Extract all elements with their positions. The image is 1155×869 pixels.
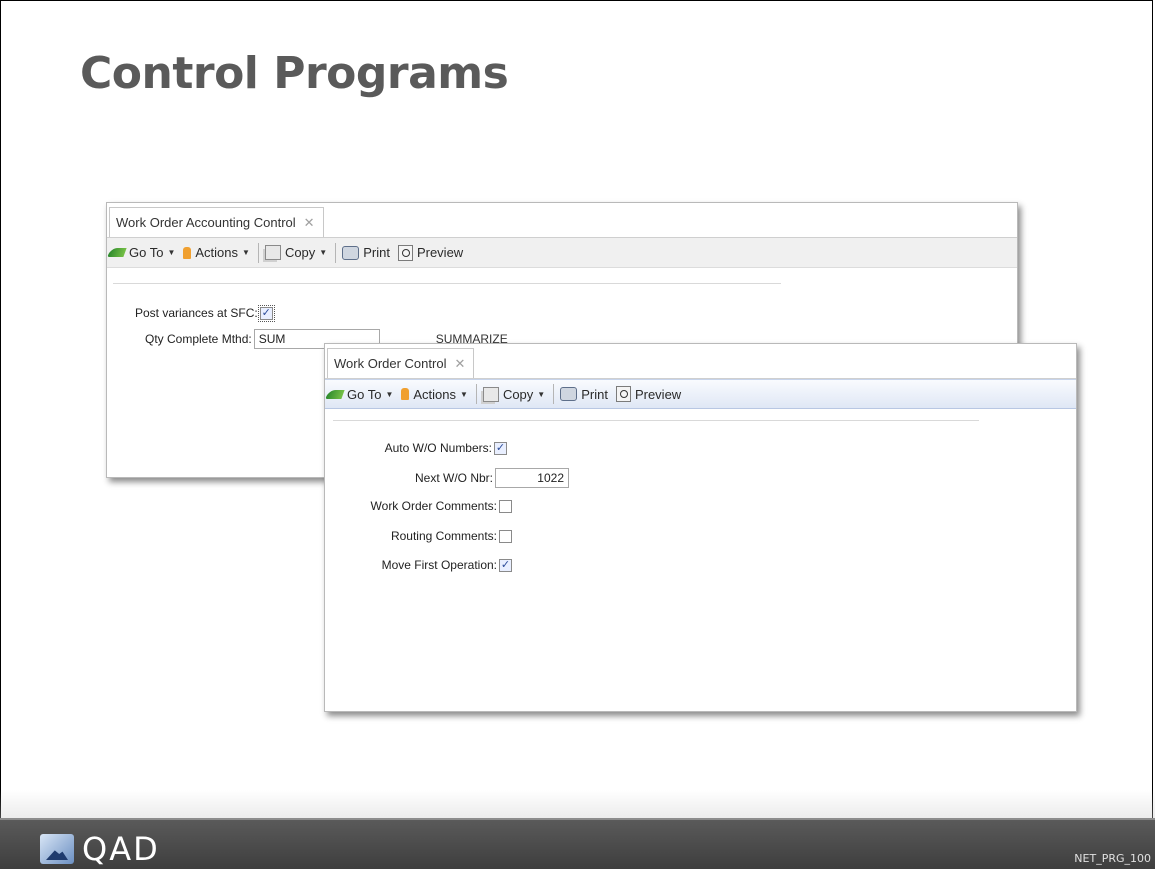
copy-icon (482, 386, 499, 402)
post-variances-checkbox[interactable]: ✓ (257, 304, 275, 322)
work-order-comments-row: Work Order Comments: (325, 499, 512, 513)
chevron-down-icon: ▼ (242, 248, 250, 257)
preview-button[interactable]: Preview (397, 244, 463, 261)
move-first-operation-row: Move First Operation: ✓ (325, 558, 512, 572)
next-wo-nbr-row: Next W/O Nbr: (325, 468, 569, 488)
form-divider (113, 283, 781, 284)
toolbar-separator (475, 384, 477, 404)
close-icon[interactable]: ✕ (304, 215, 315, 231)
auto-wo-numbers-label: Auto W/O Numbers: (384, 441, 492, 455)
preview-icon (397, 244, 413, 261)
print-button[interactable]: Print (342, 245, 390, 260)
slide-title: Control Programs (80, 48, 509, 99)
tab-work-order-accounting-control[interactable]: Work Order Accounting Control ✕ (109, 207, 324, 237)
routing-comments-checkbox[interactable] (499, 529, 512, 543)
qad-logo: QAD (40, 830, 160, 868)
actions-button[interactable]: Actions ▼ (401, 387, 468, 402)
work-order-comments-label: Work Order Comments: (370, 499, 497, 513)
copy-button[interactable]: Copy ▼ (482, 386, 546, 402)
chevron-down-icon: ▼ (319, 248, 328, 257)
goto-icon (107, 248, 127, 257)
print-icon (342, 245, 360, 260)
qad-logo-text: QAD (82, 830, 160, 868)
qty-complete-label: Qty Complete Mthd: (145, 332, 252, 346)
print-button[interactable]: Print (560, 387, 608, 402)
goto-button[interactable]: Go To ▼ (107, 245, 176, 260)
chevron-down-icon: ▼ (537, 389, 546, 399)
preview-button[interactable]: Preview (615, 386, 681, 402)
work-order-comments-checkbox[interactable] (499, 499, 512, 513)
toolbar-separator (553, 384, 555, 404)
tab-label: Work Order Accounting Control (116, 215, 296, 230)
footer: QAD NET_PRG_100 (0, 818, 1155, 869)
work-order-control-window: Work Order Control ✕ Go To ▼ Actions ▼ C… (324, 343, 1077, 712)
print-icon (560, 387, 578, 401)
slide-code: NET_PRG_100 (1074, 852, 1151, 865)
toolbar-separator (257, 242, 259, 263)
form-divider (333, 420, 979, 421)
chevron-down-icon: ▼ (167, 248, 176, 257)
copy-icon (264, 245, 281, 260)
next-wo-nbr-input[interactable] (495, 468, 569, 488)
actions-button[interactable]: Actions ▼ (183, 245, 250, 260)
tab-bar: Work Order Control ✕ (325, 344, 1076, 379)
post-variances-label: Post variances at SFC: (135, 306, 258, 320)
actions-icon (401, 388, 410, 400)
qad-logo-icon (40, 834, 74, 864)
toolbar: Go To ▼ Actions ▼ Copy ▼ Print Preview (107, 238, 1017, 268)
toolbar: Go To ▼ Actions ▼ Copy ▼ Print Preview (325, 379, 1076, 409)
goto-icon (325, 389, 345, 399)
footer-fade (0, 790, 1155, 818)
auto-wo-numbers-row: Auto W/O Numbers: ✓ (325, 441, 507, 455)
chevron-down-icon: ▼ (385, 389, 394, 399)
goto-button[interactable]: Go To ▼ (325, 387, 394, 402)
tab-work-order-control[interactable]: Work Order Control ✕ (327, 348, 475, 378)
toolbar-separator (335, 242, 337, 263)
actions-icon (183, 246, 192, 259)
preview-icon (615, 386, 631, 402)
chevron-down-icon: ▼ (460, 389, 468, 399)
next-wo-nbr-label: Next W/O Nbr: (414, 471, 493, 485)
tab-label: Work Order Control (334, 356, 447, 371)
copy-button[interactable]: Copy ▼ (264, 245, 328, 260)
auto-wo-numbers-checkbox[interactable]: ✓ (494, 441, 507, 455)
move-first-operation-label: Move First Operation: (381, 558, 497, 572)
post-variances-row: Post variances at SFC: ✓ (135, 304, 275, 322)
close-icon[interactable]: ✕ (454, 356, 465, 372)
tab-bar: Work Order Accounting Control ✕ (107, 203, 1017, 238)
move-first-operation-checkbox[interactable]: ✓ (499, 558, 512, 572)
routing-comments-row: Routing Comments: (325, 529, 512, 543)
routing-comments-label: Routing Comments: (390, 529, 497, 543)
